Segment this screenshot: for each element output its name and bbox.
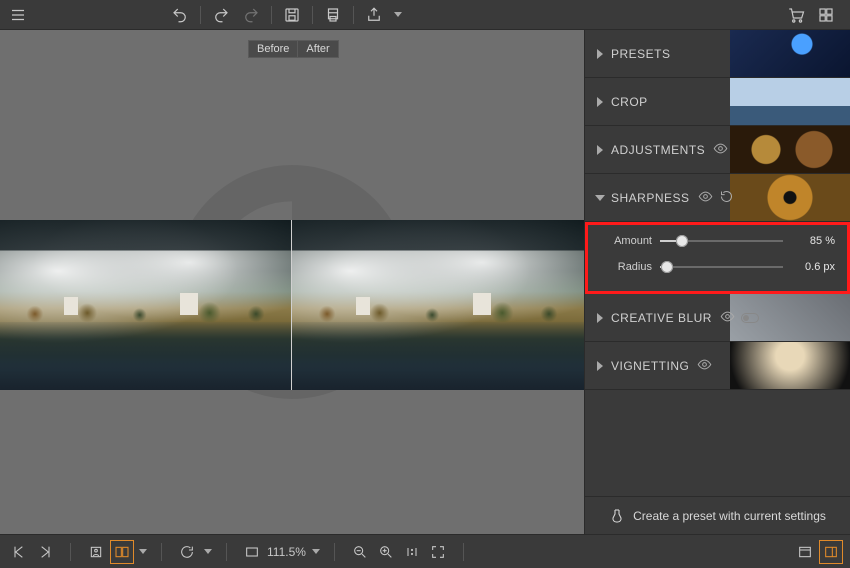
section-crop-label: CROP xyxy=(611,95,648,109)
chevron-right-icon xyxy=(597,97,603,107)
section-presets-label: PRESETS xyxy=(611,47,671,61)
rotate-button[interactable] xyxy=(176,541,198,563)
before-label: Before xyxy=(248,40,298,58)
save-button[interactable] xyxy=(280,3,304,27)
toggle-icon[interactable] xyxy=(741,313,759,323)
section-sharpness[interactable]: SHARPNESS xyxy=(585,174,850,222)
export-button[interactable] xyxy=(362,3,386,27)
eye-icon[interactable] xyxy=(713,141,728,159)
rotate-caret[interactable] xyxy=(204,549,212,554)
menu-button[interactable] xyxy=(6,3,30,27)
radius-value: 0.6 px xyxy=(791,261,835,273)
amount-value: 85 % xyxy=(791,235,835,247)
section-crop[interactable]: CROP xyxy=(585,78,850,126)
section-presets[interactable]: PRESETS xyxy=(585,30,850,78)
amount-label: Amount xyxy=(600,235,652,247)
section-creative-blur[interactable]: CREATIVE BLUR xyxy=(585,294,850,342)
section-adjustments[interactable]: ADJUSTMENTS xyxy=(585,126,850,174)
zoom-level: 111.5% xyxy=(267,545,306,559)
after-label: After xyxy=(298,40,338,58)
redo-button[interactable] xyxy=(209,3,233,27)
export-menu-caret[interactable] xyxy=(394,12,402,17)
eye-icon[interactable] xyxy=(720,309,735,327)
top-toolbar xyxy=(0,0,850,30)
eye-icon[interactable] xyxy=(697,357,712,375)
zoom-out-button[interactable] xyxy=(349,541,371,563)
chevron-down-icon xyxy=(595,195,605,201)
section-vignetting-label: VIGNETTING xyxy=(611,359,689,373)
radius-slider[interactable] xyxy=(660,266,783,268)
create-preset-button[interactable]: Create a preset with current settings xyxy=(585,496,850,534)
section-creative-blur-label: CREATIVE BLUR xyxy=(611,311,712,325)
prev-image-button[interactable] xyxy=(8,541,30,563)
grid-button[interactable] xyxy=(814,3,838,27)
sharpness-controls: Amount 85 % Radius 0.6 px xyxy=(585,222,850,294)
fullscreen-button[interactable] xyxy=(427,541,449,563)
radius-slider-knob[interactable] xyxy=(661,261,673,273)
zoom-1to1-button[interactable] xyxy=(401,541,423,563)
section-sharpness-label: SHARPNESS xyxy=(611,191,690,205)
section-vignetting[interactable]: VIGNETTING xyxy=(585,342,850,390)
right-panel: PRESETS CROP ADJUSTMENTS xyxy=(584,30,850,534)
panel-left-button[interactable] xyxy=(794,541,816,563)
amount-slider-knob[interactable] xyxy=(676,235,688,247)
fit-view-button[interactable] xyxy=(241,541,263,563)
cart-button[interactable] xyxy=(784,3,808,27)
undo-button[interactable] xyxy=(168,3,192,27)
slider-amount: Amount 85 % xyxy=(600,235,835,247)
panel-right-button[interactable] xyxy=(820,541,842,563)
print-button[interactable] xyxy=(321,3,345,27)
create-preset-label: Create a preset with current settings xyxy=(633,509,826,523)
canvas-area[interactable]: Before After xyxy=(0,30,584,534)
eye-icon[interactable] xyxy=(698,189,713,207)
next-image-button[interactable] xyxy=(34,541,56,563)
radius-label: Radius xyxy=(600,261,652,273)
chevron-right-icon xyxy=(597,145,603,155)
after-view[interactable] xyxy=(292,220,584,390)
reset-icon[interactable] xyxy=(719,189,734,207)
compare-labels: Before After xyxy=(248,40,584,58)
chevron-right-icon xyxy=(597,361,603,371)
zoom-caret[interactable] xyxy=(312,549,320,554)
chevron-right-icon xyxy=(597,49,603,59)
section-adjustments-label: ADJUSTMENTS xyxy=(611,143,705,157)
redo-step-button[interactable] xyxy=(239,3,263,27)
zoom-in-button[interactable] xyxy=(375,541,397,563)
slider-radius: Radius 0.6 px xyxy=(600,261,835,273)
bottom-toolbar: 111.5% xyxy=(0,534,850,568)
single-view-button[interactable] xyxy=(85,541,107,563)
view-mode-caret[interactable] xyxy=(139,549,147,554)
split-view xyxy=(0,220,584,390)
before-view[interactable] xyxy=(0,220,292,390)
amount-slider[interactable] xyxy=(660,240,783,242)
chevron-right-icon xyxy=(597,313,603,323)
compare-view-button[interactable] xyxy=(111,541,133,563)
